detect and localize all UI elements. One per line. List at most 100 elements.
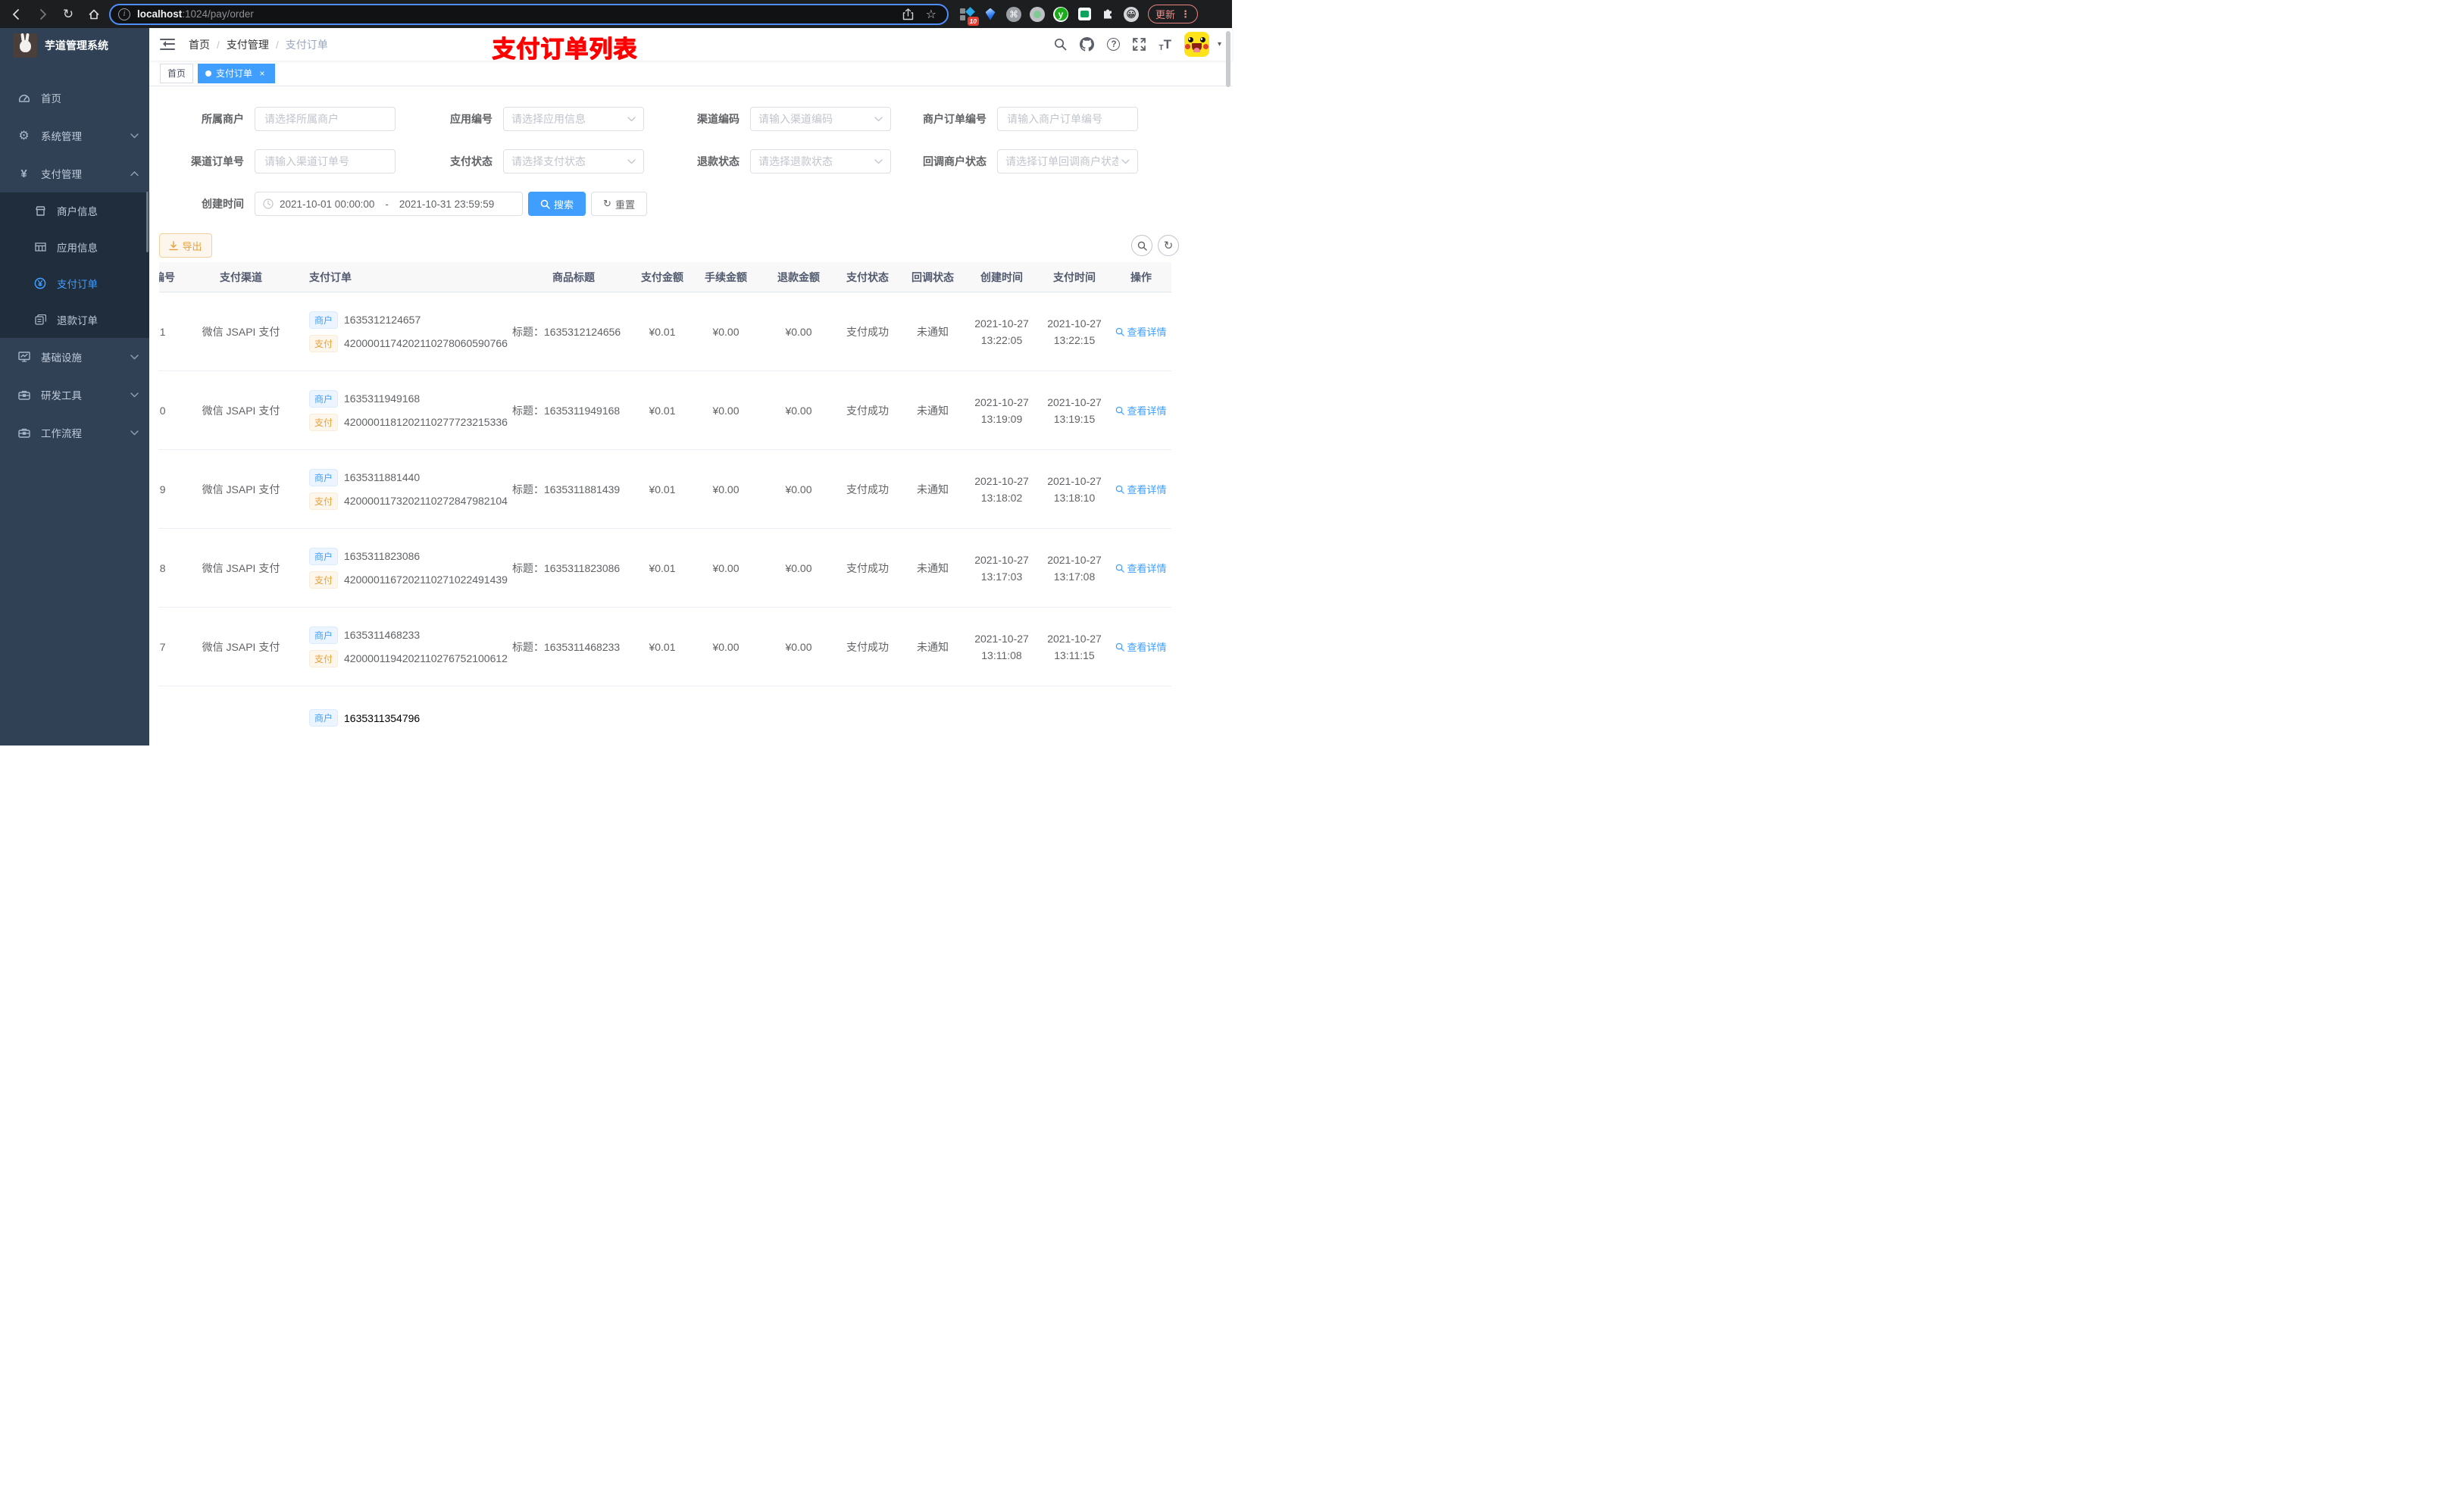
- grid-icon: [34, 242, 46, 252]
- chevron-up-icon: [130, 170, 139, 177]
- address-bar[interactable]: i localhost:1024/pay/order ☆: [109, 3, 949, 25]
- github-icon[interactable]: [1080, 37, 1095, 52]
- sidebar-item-home[interactable]: 首页: [0, 79, 149, 117]
- sidebar-item-pay-order[interactable]: 支付订单: [0, 265, 149, 302]
- filter-label-refund-status: 退款状态: [697, 155, 740, 167]
- filter-label-owner-merchant: 所属商户: [202, 113, 244, 125]
- refresh-table-button[interactable]: ↻: [1158, 235, 1179, 256]
- sidebar-item-system[interactable]: ⚙ 系统管理: [0, 117, 149, 155]
- refresh-icon: ↻: [1163, 239, 1174, 252]
- bookmark-star-icon[interactable]: ☆: [926, 7, 937, 22]
- filter-label-create-time: 创建时间: [202, 198, 244, 210]
- table-row: 20 微信 JSAPI 支付 商户1635311949168 支付4200001…: [159, 371, 1171, 450]
- pay-status-select[interactable]: 请选择支付状态: [503, 149, 644, 173]
- extension-command-icon[interactable]: ⌘: [1006, 6, 1021, 22]
- help-icon[interactable]: ?: [1107, 38, 1121, 51]
- fullscreen-icon[interactable]: [1133, 38, 1146, 51]
- sidebar-item-label: 退款订单: [57, 315, 98, 327]
- table-row: 商户 1635311354796: [159, 686, 1171, 746]
- page-title-annotation: 支付订单列表: [492, 36, 637, 62]
- breadcrumb-pay[interactable]: 支付管理: [227, 37, 269, 52]
- breadcrumb-home[interactable]: 首页: [189, 37, 210, 52]
- app-no-select[interactable]: 请选择应用信息: [503, 107, 644, 131]
- site-info-icon[interactable]: i: [118, 8, 130, 20]
- app-logo[interactable]: 芋道管理系统: [0, 28, 149, 62]
- browser-profile-avatar[interactable]: 😀: [1124, 6, 1139, 22]
- toolbox-icon: [17, 428, 30, 438]
- refund-status-select[interactable]: 请选择退款状态: [750, 149, 891, 173]
- browser-back-icon[interactable]: [9, 7, 24, 22]
- chevron-down-icon: [1121, 158, 1130, 164]
- tab-pay-order[interactable]: 支付订单 ×: [198, 63, 276, 83]
- page-scrollbar[interactable]: [1226, 31, 1230, 87]
- search-icon[interactable]: [1054, 38, 1067, 51]
- channel-pay-no: 4200001167202110271022491439: [344, 574, 508, 586]
- share-icon[interactable]: [902, 8, 914, 20]
- sidebar-scrollbar[interactable]: [146, 192, 149, 252]
- font-size-icon[interactable]: TT: [1159, 37, 1171, 52]
- notify-status: 未通知: [917, 325, 949, 338]
- range-end-value: 2021-10-31 23:59:59: [399, 198, 495, 210]
- search-button[interactable]: 搜索: [528, 192, 586, 216]
- sidebar-item-merchant-info[interactable]: 商户信息: [0, 192, 149, 229]
- channel-code-select[interactable]: 请输入渠道编码: [750, 107, 891, 131]
- dashboard-icon: [17, 92, 30, 103]
- chevron-down-icon: [874, 158, 883, 164]
- top-navbar: 首页 / 支付管理 / 支付订单 支付订单列表 ? TT ▾: [149, 28, 1232, 62]
- documents-icon: [34, 314, 46, 325]
- range-start-value: 2021-10-01 00:00:00: [280, 198, 375, 210]
- pay-tag: 支付: [309, 570, 339, 589]
- merchant-order-no: 1635311354796: [344, 711, 421, 724]
- view-details-link[interactable]: 查看详情: [1115, 639, 1167, 654]
- reset-button[interactable]: ↻ 重置: [591, 192, 647, 216]
- yen-icon: ¥: [20, 167, 27, 180]
- pay-status: 支付成功: [846, 561, 889, 574]
- tab-home[interactable]: 首页: [160, 63, 194, 83]
- browser-home-icon[interactable]: [86, 7, 102, 22]
- extension-y-icon[interactable]: y: [1053, 6, 1068, 22]
- user-avatar[interactable]: [1184, 32, 1209, 57]
- breadcrumb: 首页 / 支付管理 / 支付订单: [189, 37, 328, 52]
- merchant-tag: 商户: [309, 311, 339, 329]
- channel-order-no-input[interactable]: [255, 149, 396, 173]
- sidebar-item-workflow[interactable]: 工作流程: [0, 414, 149, 452]
- collapse-sidebar-icon[interactable]: [160, 38, 175, 51]
- merchant-order-no: 1635312124657: [344, 314, 421, 326]
- owner-merchant-input[interactable]: [255, 107, 396, 131]
- filter-label-merchant-order-no: 商户订单编号: [923, 113, 987, 125]
- table-row: 21 微信 JSAPI 支付 商户1635312124657 支付4200001…: [159, 292, 1171, 371]
- extension-gem-icon[interactable]: [983, 7, 998, 22]
- export-button[interactable]: 导出: [159, 233, 212, 258]
- sidebar-item-label: 首页: [41, 93, 61, 105]
- sidebar-item-label: 支付订单: [57, 279, 98, 290]
- view-details-link[interactable]: 查看详情: [1115, 482, 1167, 496]
- browser-reload-icon[interactable]: ↻: [61, 7, 76, 22]
- merchant-tag: 商户: [309, 547, 339, 565]
- sidebar: 芋道管理系统 首页 ⚙ 系统管理 ¥ 支付管理 商户信息 应用信息 支付订单 退…: [0, 28, 149, 746]
- toggle-search-button[interactable]: [1131, 235, 1152, 256]
- avatar-caret-icon[interactable]: ▾: [1218, 40, 1221, 48]
- sidebar-item-app-info[interactable]: 应用信息: [0, 229, 149, 265]
- merchant-order-no-input[interactable]: [997, 107, 1138, 131]
- create-time-range-picker[interactable]: 2021-10-01 00:00:00 - 2021-10-31 23:59:5…: [255, 192, 523, 216]
- browser-forward-icon[interactable]: [35, 7, 50, 22]
- channel-pay-no: 4200001194202110276752100612: [344, 652, 508, 664]
- sidebar-item-refund-order[interactable]: 退款订单: [0, 302, 149, 338]
- view-details-link[interactable]: 查看详情: [1115, 324, 1167, 339]
- channel-pay-no: 4200001174202110278060590766: [344, 337, 508, 349]
- callback-status-select[interactable]: 请选择订单回调商户状态: [997, 149, 1138, 173]
- table-row: 17 微信 JSAPI 支付 商户1635311468233 支付4200001…: [159, 608, 1171, 686]
- sidebar-item-infra[interactable]: 基础设施: [0, 338, 149, 376]
- extension-greendot-icon[interactable]: [1030, 6, 1045, 22]
- extension-chat-icon[interactable]: [1077, 7, 1092, 22]
- extensions-puzzle-icon[interactable]: [1100, 7, 1115, 22]
- sidebar-item-pay[interactable]: ¥ 支付管理: [0, 155, 149, 192]
- filter-label-channel-order-no: 渠道订单号: [191, 155, 244, 167]
- browser-update-button[interactable]: 更新 ⋮: [1148, 5, 1199, 23]
- extension-workona-icon[interactable]: 10: [959, 6, 979, 26]
- view-details-link[interactable]: 查看详情: [1115, 561, 1167, 575]
- sidebar-item-label: 应用信息: [57, 242, 98, 254]
- view-details-link[interactable]: 查看详情: [1115, 403, 1167, 417]
- close-tab-icon[interactable]: ×: [257, 68, 267, 79]
- sidebar-item-devtools[interactable]: 研发工具: [0, 376, 149, 414]
